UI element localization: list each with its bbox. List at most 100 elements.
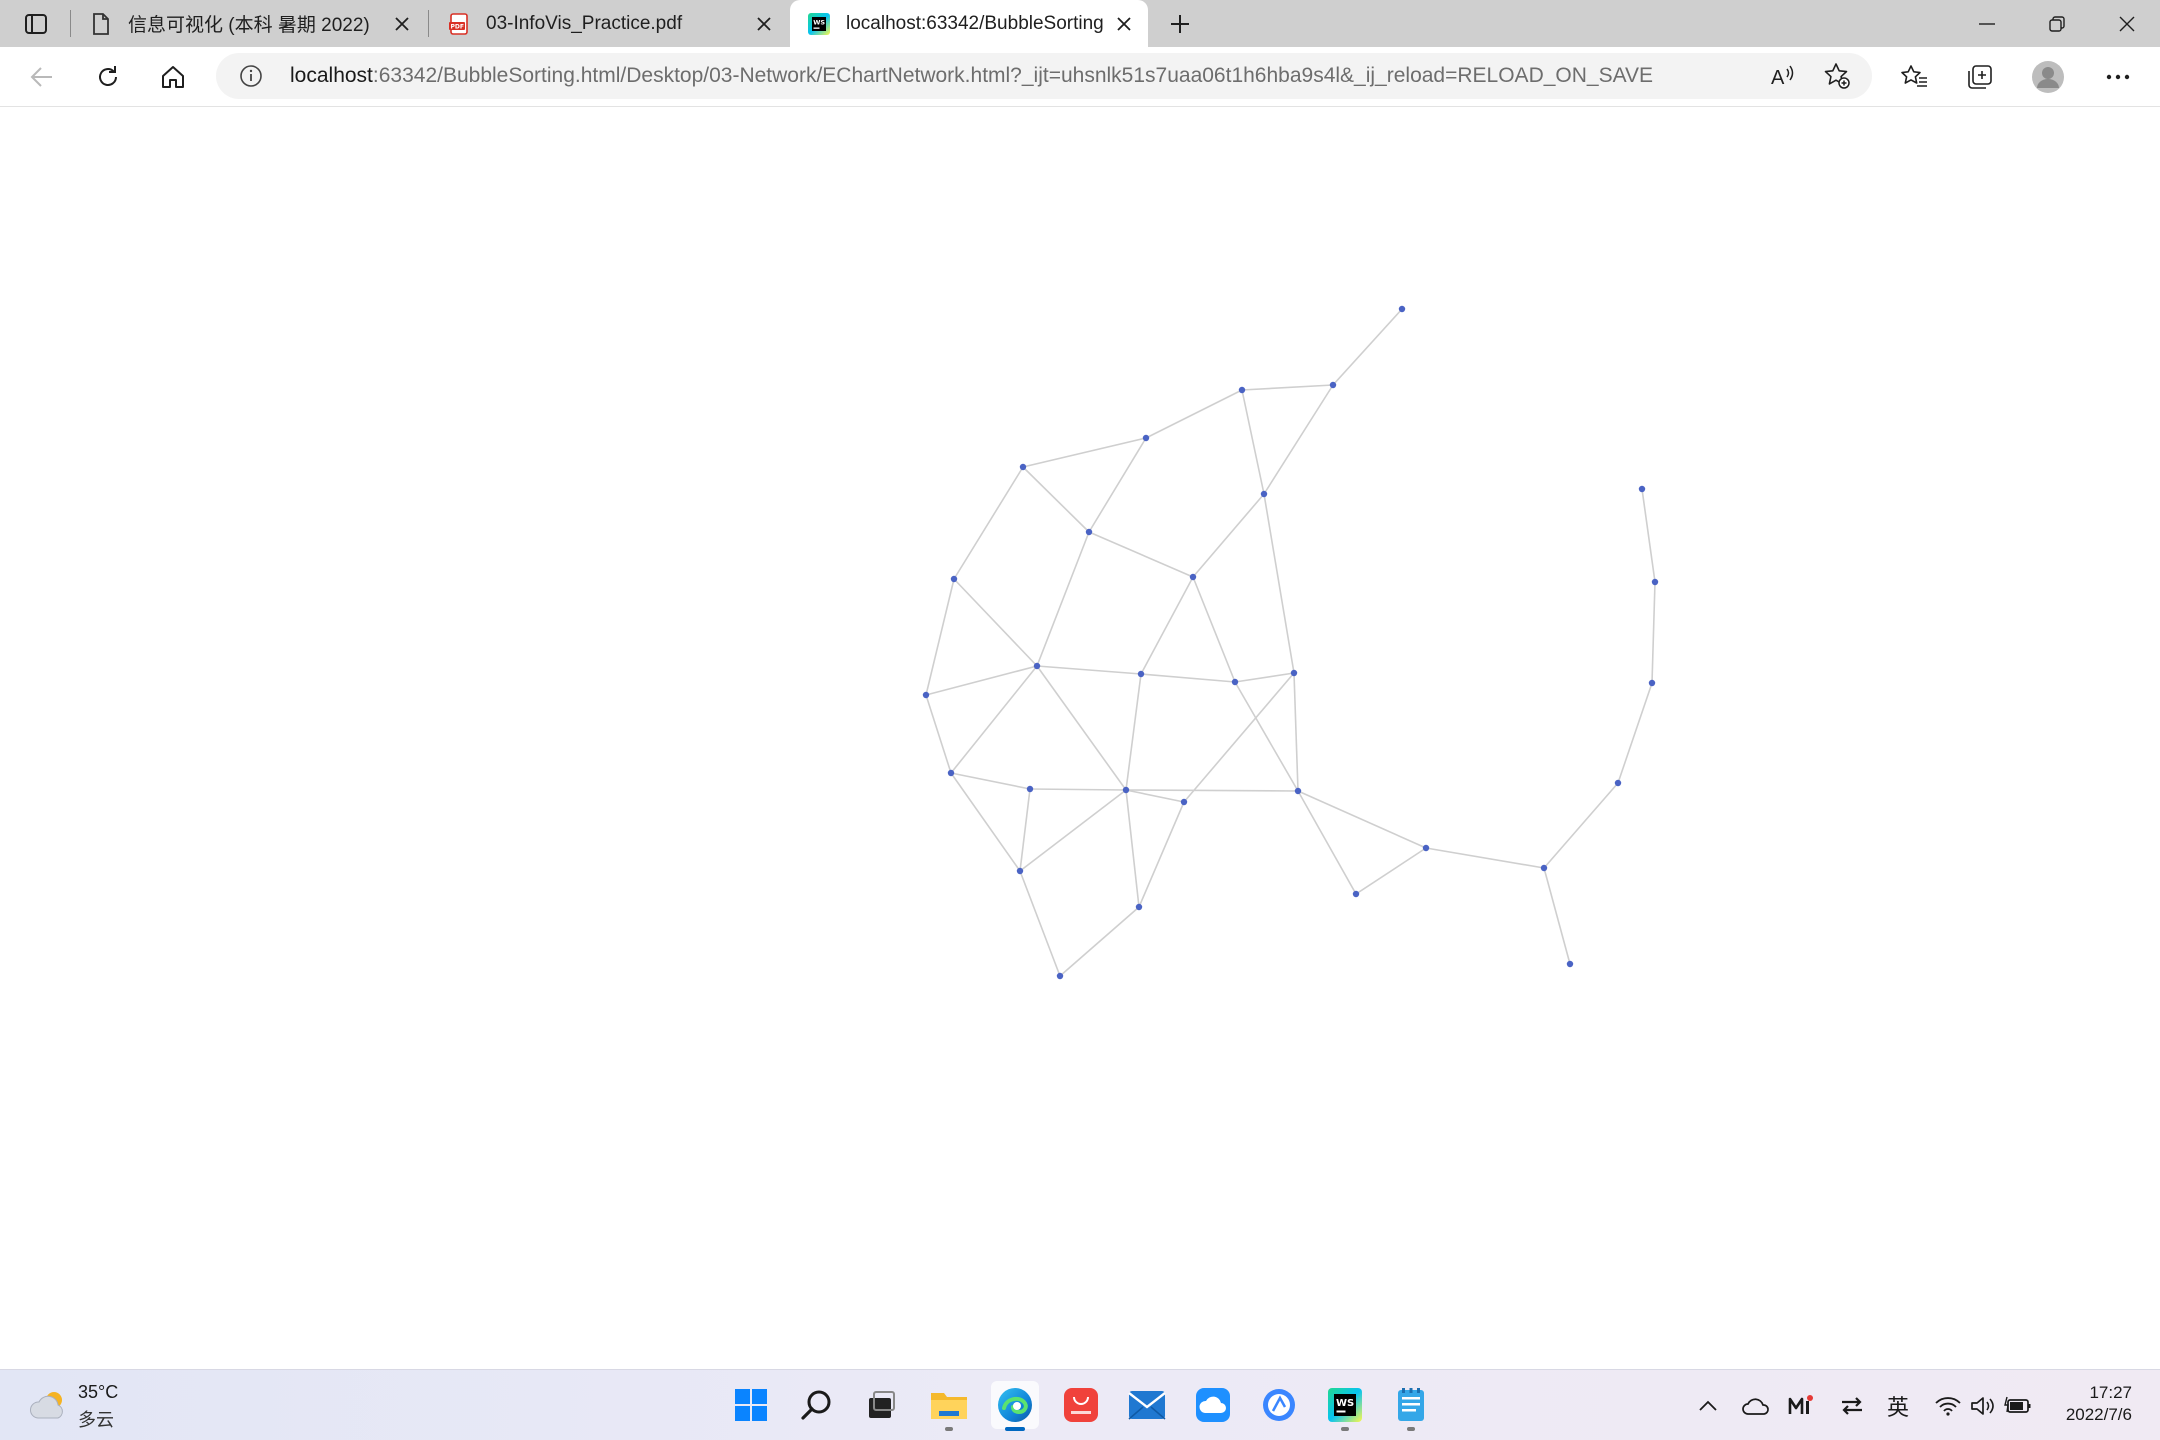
graph-node[interactable] bbox=[1614, 779, 1622, 787]
graph-node[interactable] bbox=[1290, 669, 1298, 677]
profile-avatar-icon[interactable] bbox=[2026, 55, 2070, 99]
cloud-drive-icon[interactable] bbox=[1189, 1381, 1237, 1429]
tab-separator bbox=[428, 10, 429, 37]
home-icon[interactable] bbox=[151, 55, 195, 99]
meeting-app-icon[interactable] bbox=[1786, 1390, 1818, 1422]
graph-node[interactable] bbox=[1085, 528, 1093, 536]
show-hidden-icons-chevron-icon[interactable] bbox=[1692, 1390, 1724, 1422]
active-indicator bbox=[1005, 1427, 1025, 1431]
network-graph[interactable] bbox=[0, 107, 2160, 1369]
url-path: :63342/BubbleSorting.html/Desktop/03-Net… bbox=[372, 64, 1654, 87]
read-aloud-icon[interactable]: A bbox=[1766, 59, 1800, 93]
graph-node[interactable] bbox=[1566, 960, 1574, 968]
svg-text:WS: WS bbox=[813, 18, 825, 26]
graph-node[interactable] bbox=[1352, 890, 1360, 898]
refresh-icon[interactable] bbox=[86, 55, 130, 99]
graph-edge bbox=[1140, 576, 1194, 675]
tab-strip: 信息可视化 (本科 暑期 2022) PDF 03-InfoVis_Practi… bbox=[0, 0, 2160, 47]
page-content bbox=[0, 107, 2160, 1369]
task-view-icon[interactable] bbox=[857, 1381, 905, 1429]
graph-nodes bbox=[922, 305, 1659, 980]
tab-echart-network[interactable]: WS localhost:63342/BubbleSorting.h bbox=[790, 0, 1148, 47]
input-method-indicator[interactable]: 英 bbox=[1882, 1390, 1914, 1422]
close-tab-icon[interactable] bbox=[382, 4, 422, 44]
tab-infovis-course[interactable]: 信息可视化 (本科 暑期 2022) bbox=[72, 0, 426, 47]
restore-icon[interactable] bbox=[2022, 0, 2092, 47]
minimize-icon[interactable] bbox=[1952, 0, 2022, 47]
notepad-icon[interactable] bbox=[1387, 1381, 1435, 1431]
transfer-toggle-icon[interactable] bbox=[1836, 1390, 1868, 1422]
info-icon[interactable] bbox=[236, 61, 266, 91]
graph-node[interactable] bbox=[1180, 798, 1188, 806]
weather-widget[interactable]: 35°C 多云 bbox=[28, 1382, 148, 1430]
url-text[interactable]: localhost:63342/BubbleSorting.html/Deskt… bbox=[290, 64, 1653, 88]
battery-charging-icon[interactable] bbox=[2002, 1390, 2034, 1422]
graph-edge bbox=[1543, 782, 1619, 869]
graph-node[interactable] bbox=[1033, 662, 1041, 670]
onedrive-cloud-icon[interactable] bbox=[1740, 1390, 1772, 1422]
tab-actions-icon[interactable] bbox=[14, 8, 58, 40]
graph-node[interactable] bbox=[1142, 434, 1150, 442]
windows-start-icon[interactable] bbox=[727, 1381, 775, 1429]
graph-edge bbox=[925, 578, 955, 696]
volume-icon[interactable] bbox=[1967, 1390, 1999, 1422]
graph-node[interactable] bbox=[1122, 786, 1130, 794]
graph-node[interactable] bbox=[1398, 305, 1406, 313]
graph-node[interactable] bbox=[922, 691, 930, 699]
graph-node[interactable] bbox=[1540, 864, 1548, 872]
graph-node[interactable] bbox=[950, 575, 958, 583]
edge-icon[interactable] bbox=[991, 1381, 1039, 1431]
back-arrow-icon[interactable] bbox=[20, 55, 64, 99]
graph-node[interactable] bbox=[1189, 573, 1197, 581]
graph-edge bbox=[1125, 789, 1185, 803]
graph-node[interactable] bbox=[1329, 381, 1337, 389]
graph-node[interactable] bbox=[1016, 867, 1024, 875]
graph-node[interactable] bbox=[1135, 903, 1143, 911]
graph-node[interactable] bbox=[1019, 463, 1027, 471]
url-host: localhost bbox=[290, 64, 373, 87]
mail-icon[interactable] bbox=[1123, 1381, 1171, 1429]
system-clock[interactable]: 17:27 2022/7/6 bbox=[2066, 1382, 2132, 1426]
webstorm-icon[interactable]: WS bbox=[1321, 1381, 1369, 1431]
graph-node[interactable] bbox=[1651, 578, 1659, 586]
graph-node[interactable] bbox=[1648, 679, 1656, 687]
pdf-icon: PDF bbox=[448, 12, 470, 35]
more-menu-icon[interactable] bbox=[2096, 55, 2140, 99]
graph-edge bbox=[950, 772, 1021, 872]
graph-node[interactable] bbox=[1231, 678, 1239, 686]
graph-edge bbox=[1022, 437, 1147, 468]
graph-node[interactable] bbox=[1026, 785, 1034, 793]
tab-separator bbox=[70, 10, 71, 37]
graph-node[interactable] bbox=[1422, 844, 1430, 852]
collections-icon[interactable] bbox=[1958, 55, 2002, 99]
graph-node[interactable] bbox=[1260, 490, 1268, 498]
tab-pdf[interactable]: PDF 03-InfoVis_Practice.pdf bbox=[430, 0, 788, 47]
graph-edge bbox=[950, 665, 1038, 774]
svg-text:WS: WS bbox=[1336, 1398, 1354, 1409]
graph-node[interactable] bbox=[947, 769, 955, 777]
graph-node[interactable] bbox=[1238, 386, 1246, 394]
graph-edge bbox=[1293, 672, 1299, 792]
graph-edge bbox=[1036, 531, 1090, 667]
graph-node[interactable] bbox=[1056, 972, 1064, 980]
huawei-appgallery-icon[interactable] bbox=[1057, 1381, 1105, 1429]
graph-edge bbox=[1138, 801, 1185, 908]
close-tab-icon[interactable] bbox=[744, 4, 784, 44]
add-favorite-icon[interactable] bbox=[1820, 59, 1854, 93]
graph-node[interactable] bbox=[1294, 787, 1302, 795]
file-explorer-icon[interactable] bbox=[925, 1381, 973, 1431]
tab-title: 03-InfoVis_Practice.pdf bbox=[486, 12, 683, 34]
close-tab-icon[interactable] bbox=[1104, 4, 1144, 44]
graph-edge bbox=[1263, 493, 1295, 674]
graph-node[interactable] bbox=[1137, 670, 1145, 678]
new-tab-icon[interactable] bbox=[1160, 4, 1200, 44]
search-icon[interactable] bbox=[793, 1381, 841, 1429]
favorites-icon[interactable] bbox=[1892, 55, 1936, 99]
address-bar[interactable]: localhost:63342/BubbleSorting.html/Deskt… bbox=[216, 53, 1872, 99]
close-window-icon[interactable] bbox=[2092, 0, 2160, 47]
graph-edge bbox=[1140, 673, 1236, 683]
clock-time: 17:27 bbox=[2089, 1383, 2132, 1402]
wifi-icon[interactable] bbox=[1932, 1390, 1964, 1422]
network-app-icon[interactable] bbox=[1255, 1381, 1303, 1429]
graph-node[interactable] bbox=[1638, 485, 1646, 493]
